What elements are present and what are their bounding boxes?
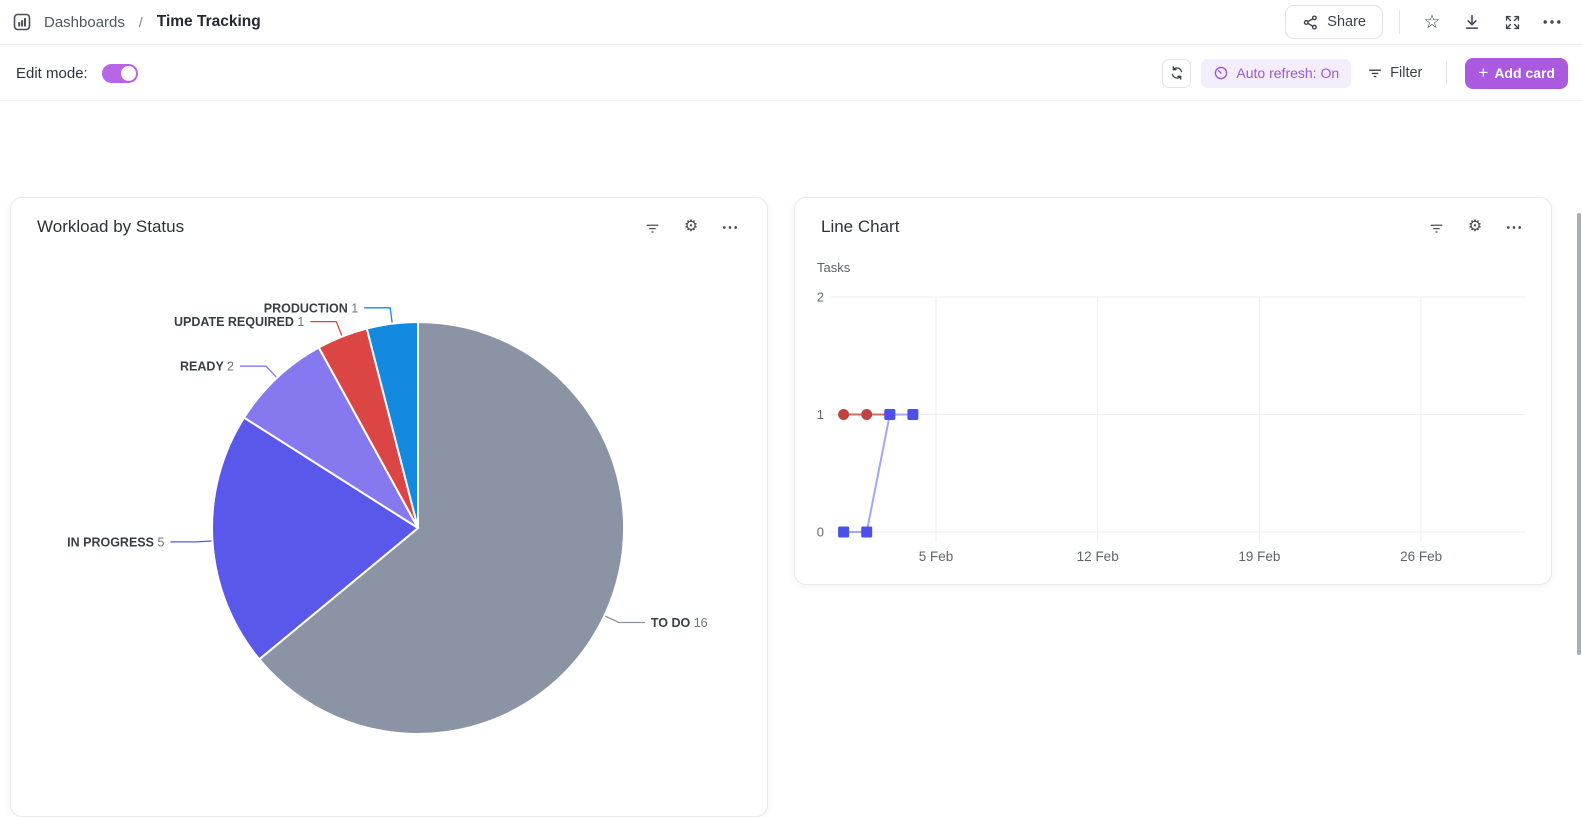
ellipsis-icon [1543,19,1561,25]
breadcrumb-dashboards[interactable]: Dashboards [44,14,125,31]
pie-label-line [310,322,342,336]
ellipsis-icon [722,225,738,230]
refresh-button[interactable] [1162,59,1191,88]
card-actions: ⚙ [1425,216,1525,238]
pie-label: TO DO 16 [651,616,708,630]
toolbar-divider [1446,61,1447,85]
filter-button[interactable]: Filter [1361,65,1428,81]
data-point-square[interactable] [838,527,849,538]
data-point-circle[interactable] [861,409,872,420]
scrollbar[interactable] [1577,213,1581,655]
auto-refresh-label: Auto refresh: On [1236,65,1339,81]
more-button[interactable] [1536,6,1568,38]
toggle-knob [121,66,136,81]
card-header: Workload by Status ⚙ [11,198,767,238]
card-more-button[interactable] [719,216,741,238]
card-settings-button[interactable]: ⚙ [1464,216,1486,238]
pie-label: PRODUCTION 1 [264,301,359,315]
data-point-square[interactable] [884,409,895,420]
card-header: Line Chart ⚙ [795,198,1551,238]
tasks-line-chart: Tasks 2 1 0 5 Feb 12 Feb 19 Feb 26 Feb [811,258,1537,572]
card-settings-button[interactable]: ⚙ [680,216,702,238]
edit-mode-control: Edit mode: [16,64,138,83]
star-icon: ☆ [1423,13,1440,32]
data-point-circle[interactable] [838,409,849,420]
share-label: Share [1327,14,1366,30]
filter-label: Filter [1390,65,1422,81]
pie-label-line [240,366,276,377]
auto-refresh-button[interactable]: Auto refresh: On [1201,59,1351,88]
x-tick-label: 19 Feb [1238,549,1280,564]
add-card-label: Add card [1494,65,1555,81]
favorite-button[interactable]: ☆ [1416,6,1448,38]
y-tick-label: 2 [817,290,824,305]
auto-refresh-clock-icon [1213,65,1229,81]
line-chart-card: Line Chart ⚙ Tasks 2 1 0 5 Feb 12 Feb 19 Feb 26… [794,197,1552,585]
expand-icon [1504,14,1521,31]
card-title: Line Chart [821,217,899,237]
series-line-square [844,415,913,533]
toolbar-actions: Auto refresh: On Filter + Add card [1162,58,1568,89]
x-tick-label: 12 Feb [1077,549,1119,564]
download-icon [1463,13,1481,31]
x-tick-label: 26 Feb [1400,549,1442,564]
card-more-button[interactable] [1503,216,1525,238]
pie-label-line [170,541,211,542]
pie-label: IN PROGRESS 5 [67,535,164,549]
pie-label: READY 2 [180,360,234,374]
dashboard-toolbar: Edit mode: Auto refresh: On [0,46,1582,101]
pie-label-line [364,308,392,323]
data-point-square[interactable] [907,409,918,420]
topbar: Dashboards / Time Tracking Share ☆ [0,0,1582,45]
ellipsis-icon [1506,225,1522,230]
y-tick-label: 1 [817,407,824,422]
gear-icon: ⚙ [1468,219,1482,235]
card-title: Workload by Status [37,217,184,237]
card-filter-button[interactable] [641,216,663,238]
workload-by-status-card: Workload by Status ⚙ TO DO 16 IN PROGRESS… [10,197,768,817]
download-button[interactable] [1456,6,1488,38]
y-tick-label: 0 [817,525,824,540]
plus-icon: + [1478,63,1488,83]
y-axis-title: Tasks [817,260,851,275]
page-title: Time Tracking [157,13,261,31]
pie-label: UPDATE REQUIRED 1 [174,315,304,329]
data-point-square[interactable] [861,527,872,538]
expand-button[interactable] [1496,6,1528,38]
share-icon [1302,14,1319,31]
gear-icon: ⚙ [684,219,698,235]
dashboards-icon [10,10,34,34]
edit-mode-label: Edit mode: [16,65,88,82]
share-button[interactable]: Share [1285,5,1383,39]
card-filter-button[interactable] [1425,216,1447,238]
topbar-divider [1399,10,1400,34]
breadcrumb: Dashboards / Time Tracking [10,10,261,34]
workload-pie-chart: TO DO 16 IN PROGRESS 5 READY 2 UPDATE REQUI… [11,248,769,793]
refresh-icon [1169,65,1185,81]
edit-mode-toggle[interactable] [102,64,138,83]
x-tick-label: 5 Feb [919,549,954,564]
filter-icon [1367,65,1383,81]
breadcrumb-separator: / [135,14,147,30]
add-card-button[interactable]: + Add card [1465,58,1568,89]
card-actions: ⚙ [641,216,741,238]
topbar-actions: Share ☆ [1285,5,1568,39]
pie-label-line [605,616,645,622]
